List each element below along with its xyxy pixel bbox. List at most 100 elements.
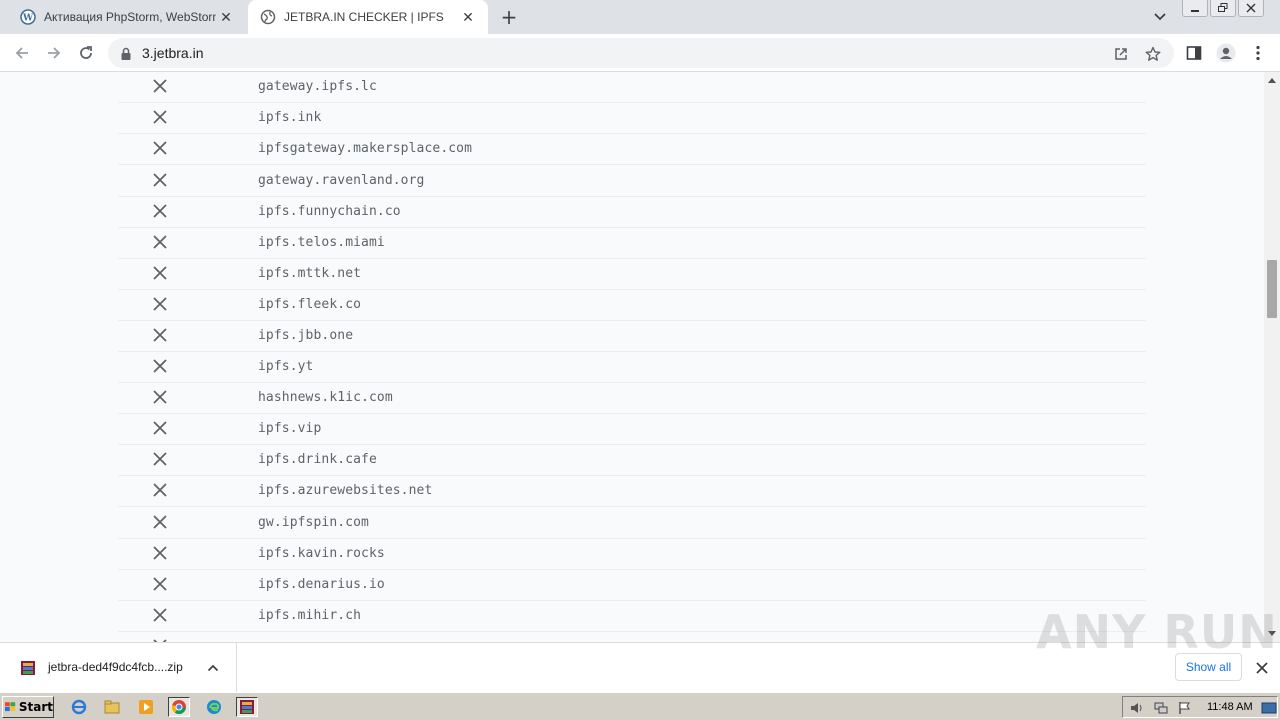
fail-x-icon [153,110,167,124]
gateway-row: ipfs.kavin.rocks [118,539,1146,570]
download-filename[interactable]: jetbra-ded4f9dc4fcb....zip [48,660,183,674]
window-controls [1182,0,1266,18]
winrar-icon[interactable] [236,697,258,717]
gateway-row: ipfs.ink [118,103,1146,134]
gateway-row: ipfs.telos.miami [118,228,1146,259]
tab-title: JETBRA.IN CHECKER | IPFS [284,10,444,24]
fail-x-icon [153,577,167,591]
profile-avatar-icon[interactable] [1216,43,1236,63]
forward-arrow-icon [48,47,61,59]
fail-x-icon [153,421,167,435]
tab-activation[interactable]: W Активация PhpStorm, WebStorm, In ✕ [8,0,246,34]
gateway-row: ipfs.fleek.co [118,290,1146,321]
gateway-row: hashnews.k1ic.com [118,383,1146,414]
gateway-row: ipfs.mttk.net [118,259,1146,290]
fail-x-icon [153,515,167,529]
gateway-row: gateway.ravenland.org [118,166,1146,197]
globe-icon [260,9,276,25]
url-text[interactable]: 3.jetbra.in [142,45,203,61]
gateway-host: ipfs.azurewebsites.net [258,483,433,498]
gateway-host: ipfs.telos.miami [258,235,385,250]
gateway-host: ipfs.mttk.net [258,266,362,281]
gateway-host: gateway.ipfs.lc [258,79,377,94]
gateway-host: ipfs.jbb.one [258,328,354,343]
lock-icon[interactable] [120,46,132,65]
gateway-host: ipfs.funnychain.co [258,204,401,219]
tab-jetbra-checker[interactable]: JETBRA.IN CHECKER | IPFS ✕ [248,0,488,34]
gateway-host: ipfs.ink [258,110,322,125]
fail-x-icon [153,141,167,155]
tab-strip: W Активация PhpStorm, WebStorm, In ✕ JET… [0,0,1280,34]
fail-x-icon [153,483,167,497]
gateway-row: ipfs.funnychain.co [118,197,1146,228]
fail-x-icon [153,546,167,560]
forward-button[interactable] [42,41,66,65]
ie-icon[interactable] [68,697,90,717]
back-arrow-icon [15,47,28,59]
gateway-row: gateway.ipfs.lc [118,72,1146,103]
edge-icon[interactable] [203,697,225,717]
fail-x-icon [153,173,167,187]
bookmark-star-icon[interactable] [1144,45,1162,63]
chevron-up-icon[interactable] [205,660,221,676]
os-taskbar: Start 11:48 AM [0,692,1280,720]
tab-title: Активация PhpStorm, WebStorm, In [44,10,216,24]
gateway-host: ipfs.yt [258,359,314,374]
explorer-folder-icon[interactable] [101,697,123,717]
restore-icon [1218,3,1228,12]
gateway-host: ipfs.vip [258,421,322,436]
close-icon[interactable] [1254,660,1270,676]
gateway-host: gw.ipfspin.com [258,515,369,530]
volume-icon[interactable] [1129,700,1145,716]
system-tray: 11:48 AM [1122,696,1278,718]
winrar-archive-icon [20,660,36,676]
gateway-row: ipfs.mihir.ch [118,601,1146,632]
start-button[interactable]: Start [2,696,54,718]
gateway-host: gateway.ravenland.org [258,173,425,188]
gateway-row: gw.ipfspin.com [118,508,1146,539]
restore-button[interactable] [1210,0,1236,17]
gateway-host: ipfsgateway.makersplace.com [258,141,473,156]
media-player-icon[interactable] [135,697,157,717]
fail-x-icon [153,452,167,466]
taskbar-clock[interactable]: 11:48 AM [1207,701,1253,713]
scroll-up-arrow-icon[interactable] [1268,78,1276,83]
share-icon[interactable] [1112,45,1130,63]
gateway-host: hashnews.k1ic.com [258,390,393,405]
minimize-icon [1191,10,1199,12]
close-icon [1246,3,1256,13]
action-center-flag-icon[interactable] [1177,700,1193,716]
minimize-button[interactable] [1182,0,1208,17]
fail-x-icon [153,204,167,218]
gateway-row: ipfs.azurewebsites.net [118,476,1146,507]
fail-x-icon [153,79,167,93]
gateway-row: ipfs.jbb.one [118,321,1146,352]
fail-x-icon [153,328,167,342]
menu-kebab-icon[interactable] [1248,43,1268,63]
gateway-row: ipfs.denarius.io [118,570,1146,601]
vertical-scrollbar[interactable] [1264,72,1280,642]
back-button[interactable] [10,41,34,65]
gateway-row: ipfs.yt [118,352,1146,383]
scrollbar-thumb[interactable] [1267,260,1277,318]
start-label: Start [18,700,53,714]
fail-x-icon [153,235,167,249]
gateway-host: ipfs.fleek.co [258,297,362,312]
side-panel-icon[interactable] [1184,43,1204,63]
address-bar[interactable]: 3.jetbra.in [108,38,1174,68]
reload-button[interactable] [74,41,98,65]
close-icon[interactable]: ✕ [458,7,478,27]
window-close-button[interactable] [1238,0,1264,17]
close-icon[interactable]: ✕ [216,7,236,27]
gateway-row: ipfs.vip [118,414,1146,445]
network-icon[interactable] [1153,700,1169,716]
wordpress-icon: W [20,9,36,25]
download-item[interactable]: jetbra-ded4f9dc4fcb....zip [0,643,237,692]
fail-x-icon [153,266,167,280]
new-tab-button[interactable]: + [498,5,520,29]
tab-search-button[interactable] [1150,8,1170,26]
anyrun-watermark: ANY RUN [1036,605,1278,659]
fail-x-icon [153,390,167,404]
chrome-icon[interactable] [168,697,190,717]
show-desktop-icon[interactable] [1261,700,1277,716]
